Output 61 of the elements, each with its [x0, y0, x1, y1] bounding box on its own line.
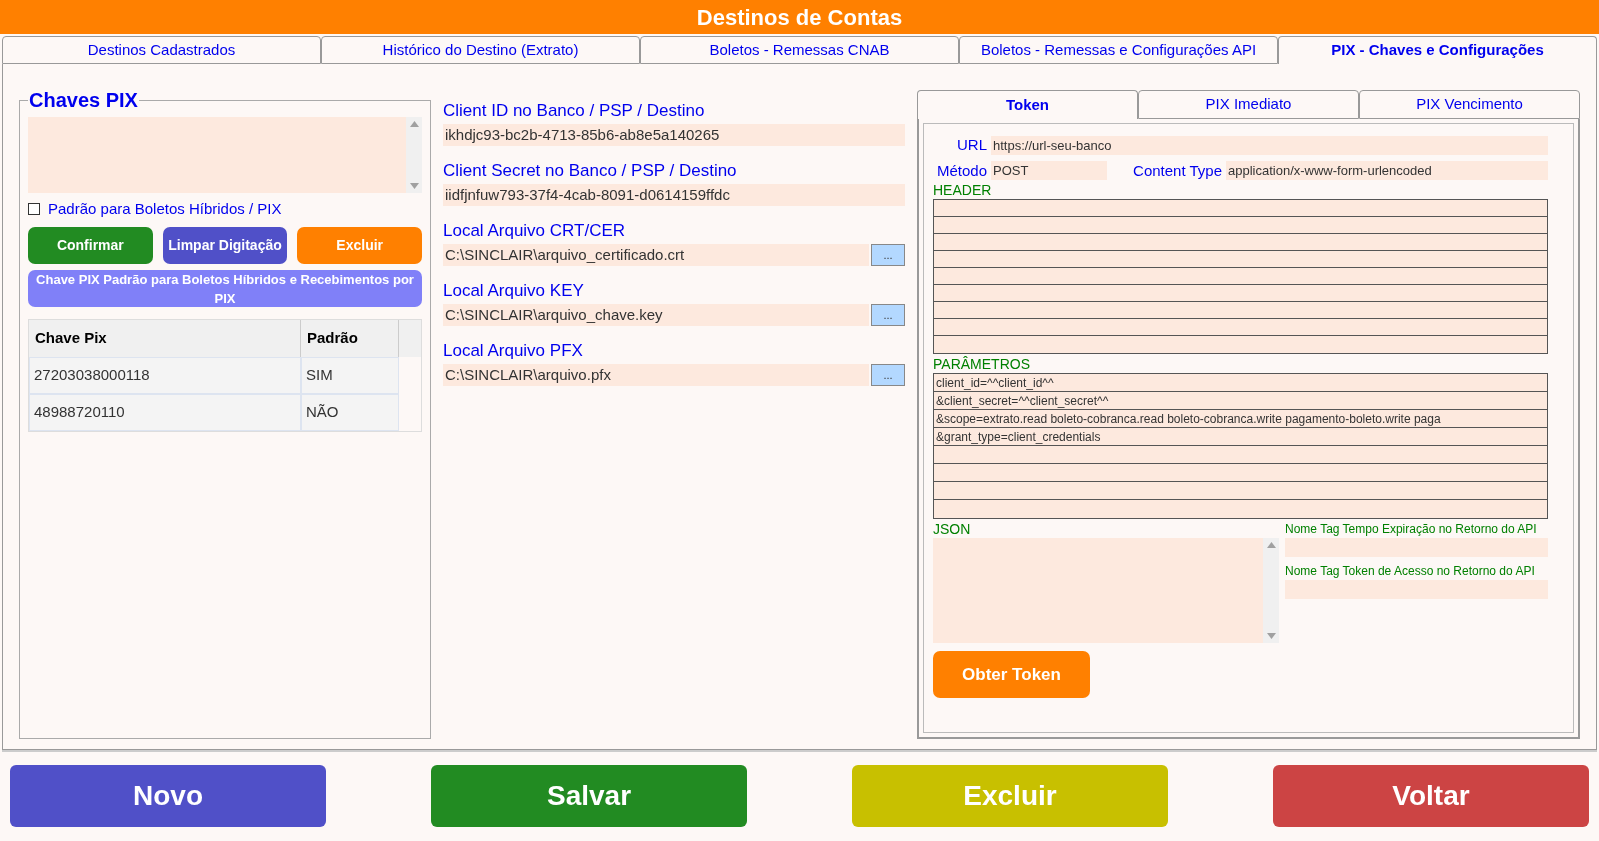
input-field[interactable]: iidfjnfuw793-37f4-4cab-8091-d0614159ffdc [443, 184, 905, 206]
table-cell: 27203038000118 [29, 356, 301, 394]
input-field[interactable]: ikhdjc93-bc2b-4713-85b6-ab8e5a140265 [443, 124, 905, 146]
scrollbar[interactable] [406, 117, 422, 193]
section-label: PARÂMETROS [933, 356, 1031, 373]
tab[interactable]: Destinos Cadastrados [2, 36, 321, 64]
title-bar: Destinos de Contas [0, 0, 1599, 34]
tab[interactable]: PIX - Chaves e Configurações [1278, 36, 1597, 64]
up-arrow-icon[interactable] [409, 121, 419, 127]
section-label: Nome Tag Token de Acesso no Retorno do API [1285, 563, 1536, 580]
footer-button[interactable]: Salvar [431, 764, 747, 827]
section-label: Nome Tag Tempo Expiração no Retorno do API [1285, 521, 1538, 538]
browse-button[interactable]: ... [871, 364, 905, 386]
field-label: Content Type [1133, 160, 1222, 181]
parameter-row[interactable]: &scope=extrato.read boleto-cobranca.read boleto-cobranca.write pagamento-boleto.write paga [934, 409, 1443, 428]
section-label: JSON [933, 521, 972, 538]
tab[interactable]: PIX Imediato [1138, 90, 1359, 119]
input-field[interactable]: C:\SINCLAIR\arquivo_chave.key [443, 304, 869, 326]
field-label: URL [957, 135, 987, 155]
field-label: Client Secret no Banco / PSP / Destino [443, 160, 738, 182]
input-field[interactable] [1285, 538, 1548, 557]
tab[interactable]: Boletos - Remessas CNAB [640, 36, 959, 64]
checkbox[interactable] [28, 203, 40, 216]
input-field[interactable] [1285, 580, 1548, 599]
input-field[interactable]: C:\SINCLAIR\arquivo.pfx [443, 364, 869, 386]
up-arrow-icon[interactable] [1266, 542, 1276, 548]
section-label: HEADER [933, 182, 993, 199]
table-cell: SIM [301, 356, 399, 394]
column-header: Chave Pix [29, 319, 301, 357]
tab[interactable]: Boletos - Remessas e Configurações API [959, 36, 1278, 64]
browse-button[interactable]: ... [871, 244, 905, 266]
action-button[interactable]: Limpar Digitação [162, 226, 288, 264]
parameter-row[interactable]: &client_secret=^^client_secret^^ [934, 391, 1111, 410]
column-header: Padrão [301, 319, 399, 357]
input-field[interactable]: C:\SINCLAIR\arquivo_certificado.crt [443, 244, 869, 266]
action-button[interactable]: Confirmar [28, 226, 153, 264]
key-input-field[interactable] [28, 117, 406, 193]
tab[interactable]: Histórico do Destino (Extrato) [321, 36, 640, 64]
footer-button[interactable]: Voltar [1273, 764, 1589, 827]
tab[interactable]: Token [917, 90, 1138, 119]
field-label: Local Arquivo KEY [443, 280, 585, 302]
url-field[interactable]: https://url-seu-banco [991, 135, 1548, 155]
down-arrow-icon[interactable] [1266, 633, 1276, 639]
checkbox-label[interactable]: Padrão para Boletos Híbridos / PIX [48, 198, 282, 221]
table-cell: NÃO [301, 393, 399, 431]
parameter-row[interactable]: &grant_type=client_credentials [934, 427, 1103, 446]
table-cell: 48988720110 [29, 393, 301, 431]
footer-button[interactable]: Novo [10, 764, 326, 827]
json-field[interactable] [933, 538, 1263, 643]
browse-button[interactable]: ... [871, 304, 905, 326]
method-field[interactable]: POST [991, 161, 1108, 181]
scrollbar[interactable] [1263, 538, 1279, 643]
tab[interactable]: PIX Vencimento [1359, 90, 1580, 119]
field-label: Local Arquivo CRT/CER [443, 220, 627, 242]
field-label: Local Arquivo PFX [443, 340, 584, 362]
field-label: Client ID no Banco / PSP / Destino [443, 100, 706, 122]
parameter-row[interactable]: client_id=^^client_id^^ [934, 373, 1056, 392]
down-arrow-icon[interactable] [409, 183, 419, 189]
header-grid[interactable] [933, 199, 1548, 354]
field-label: Método [937, 160, 988, 181]
content-type-field[interactable]: application/x-www-form-urlencoded [1226, 161, 1548, 181]
